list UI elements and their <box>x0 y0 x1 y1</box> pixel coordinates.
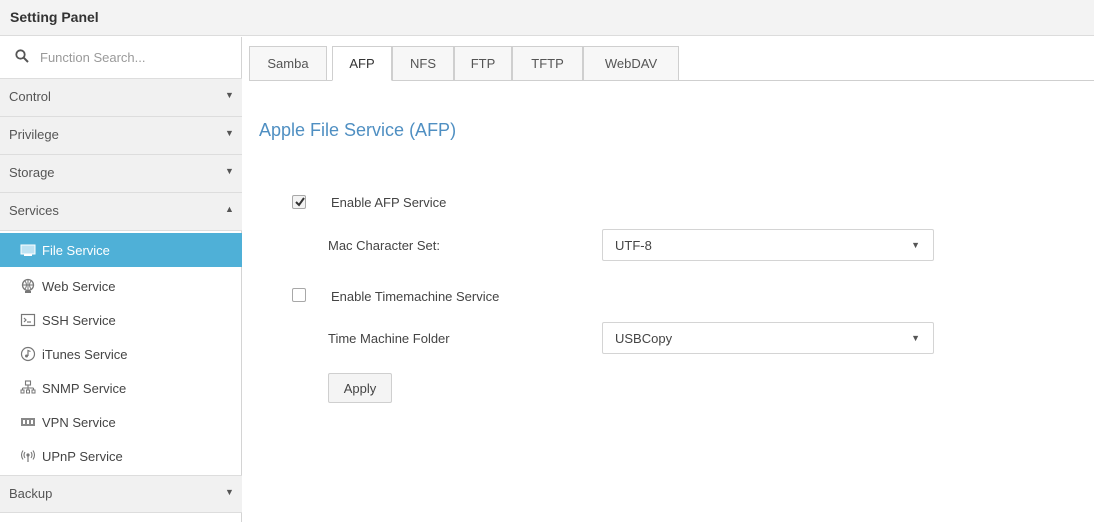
menu-backup-label: Backup <box>9 486 53 501</box>
tab-webdav[interactable]: WebDAV <box>583 46 679 81</box>
tab-label: FTP <box>470 56 496 71</box>
charset-value: UTF-8 <box>615 238 652 253</box>
enable-timemachine-label: Enable Timemachine Service <box>331 289 500 304</box>
sidebar-item-label: VPN Service <box>42 415 116 430</box>
sidebar-item-upnp-service[interactable]: UPnP Service <box>0 439 242 473</box>
checkmark-icon <box>295 197 305 207</box>
snmp-service-icon <box>20 380 36 394</box>
tm-folder-value: USBCopy <box>615 331 673 346</box>
sidebar-item-label: iTunes Service <box>42 347 128 362</box>
enable-afp-checkbox[interactable] <box>292 195 306 209</box>
tab-label: TFTP <box>531 56 564 71</box>
menu-services[interactable]: Services ▲ <box>0 193 242 231</box>
tab-label: AFP <box>349 56 375 71</box>
sidebar-item-vpn-service[interactable]: VPN Service <box>0 405 242 439</box>
chevron-down-icon: ▼ <box>225 166 234 176</box>
section-title: Apple File Service (AFP) <box>259 120 457 140</box>
search-icon <box>15 49 29 63</box>
sidebar-item-label: SSH Service <box>42 313 116 328</box>
menu-control-label: Control <box>9 89 51 104</box>
chevron-down-icon: ▼ <box>911 333 920 343</box>
sidebar-item-snmp-service[interactable]: SNMP Service <box>0 371 242 405</box>
enable-timemachine-checkbox[interactable] <box>292 288 306 302</box>
sidebar-item-ssh-service[interactable]: SSH Service <box>0 303 242 337</box>
chevron-down-icon: ▼ <box>225 128 234 138</box>
menu-storage-label: Storage <box>9 165 55 180</box>
tab-label: Samba <box>267 56 309 71</box>
ssh-service-icon <box>20 313 36 327</box>
vpn-service-icon <box>21 418 35 426</box>
chevron-down-icon: ▼ <box>225 487 234 497</box>
sidebar-item-label: SNMP Service <box>42 381 127 396</box>
tm-folder-select[interactable]: USBCopy ▼ <box>602 322 934 354</box>
menu-privilege-label: Privilege <box>9 127 59 142</box>
tab-nfs[interactable]: NFS <box>392 46 454 81</box>
charset-label: Mac Character Set: <box>328 238 440 253</box>
chevron-down-icon: ▼ <box>911 240 920 250</box>
charset-select[interactable]: UTF-8 ▼ <box>602 229 934 261</box>
enable-afp-label: Enable AFP Service <box>331 195 447 210</box>
menu-services-label: Services <box>9 203 59 218</box>
tab-ftp[interactable]: FTP <box>454 46 512 81</box>
search-input[interactable] <box>40 45 230 69</box>
sidebar-item-label: File Service <box>42 243 110 258</box>
menu-storage[interactable]: Storage ▼ <box>0 155 242 193</box>
tab-bar: Samba AFP NFS FTP TFTP WebDAV <box>249 46 1094 81</box>
web-service-icon <box>21 278 35 293</box>
title-bar: Setting Panel <box>0 0 1094 36</box>
sidebar-item-web-service[interactable]: Web Service <box>0 269 242 303</box>
tab-label: WebDAV <box>604 56 658 71</box>
menu-control[interactable]: Control ▼ <box>0 79 242 117</box>
file-service-icon <box>20 244 36 256</box>
sidebar-item-file-service[interactable]: File Service <box>0 233 242 267</box>
sidebar: Control ▼ Privilege ▼ Storage ▼ Services… <box>0 37 242 522</box>
sidebar-item-itunes-service[interactable]: iTunes Service <box>0 337 242 371</box>
tab-afp[interactable]: AFP <box>332 46 392 81</box>
sidebar-item-label: UPnP Service <box>42 449 123 464</box>
app-title: Setting Panel <box>10 9 99 25</box>
upnp-service-icon <box>20 450 36 462</box>
chevron-down-icon: ▼ <box>225 90 234 100</box>
function-search <box>0 37 242 79</box>
tab-label: NFS <box>410 56 436 71</box>
apply-button[interactable]: Apply <box>328 373 392 403</box>
sidebar-item-label: Web Service <box>42 279 116 294</box>
menu-privilege[interactable]: Privilege ▼ <box>0 117 242 155</box>
chevron-up-icon: ▲ <box>225 204 234 214</box>
tab-samba[interactable]: Samba <box>249 46 327 81</box>
menu-backup[interactable]: Backup ▼ <box>0 475 242 513</box>
itunes-service-icon <box>20 346 36 362</box>
tm-folder-label: Time Machine Folder <box>328 331 450 346</box>
tab-tftp[interactable]: TFTP <box>512 46 583 81</box>
